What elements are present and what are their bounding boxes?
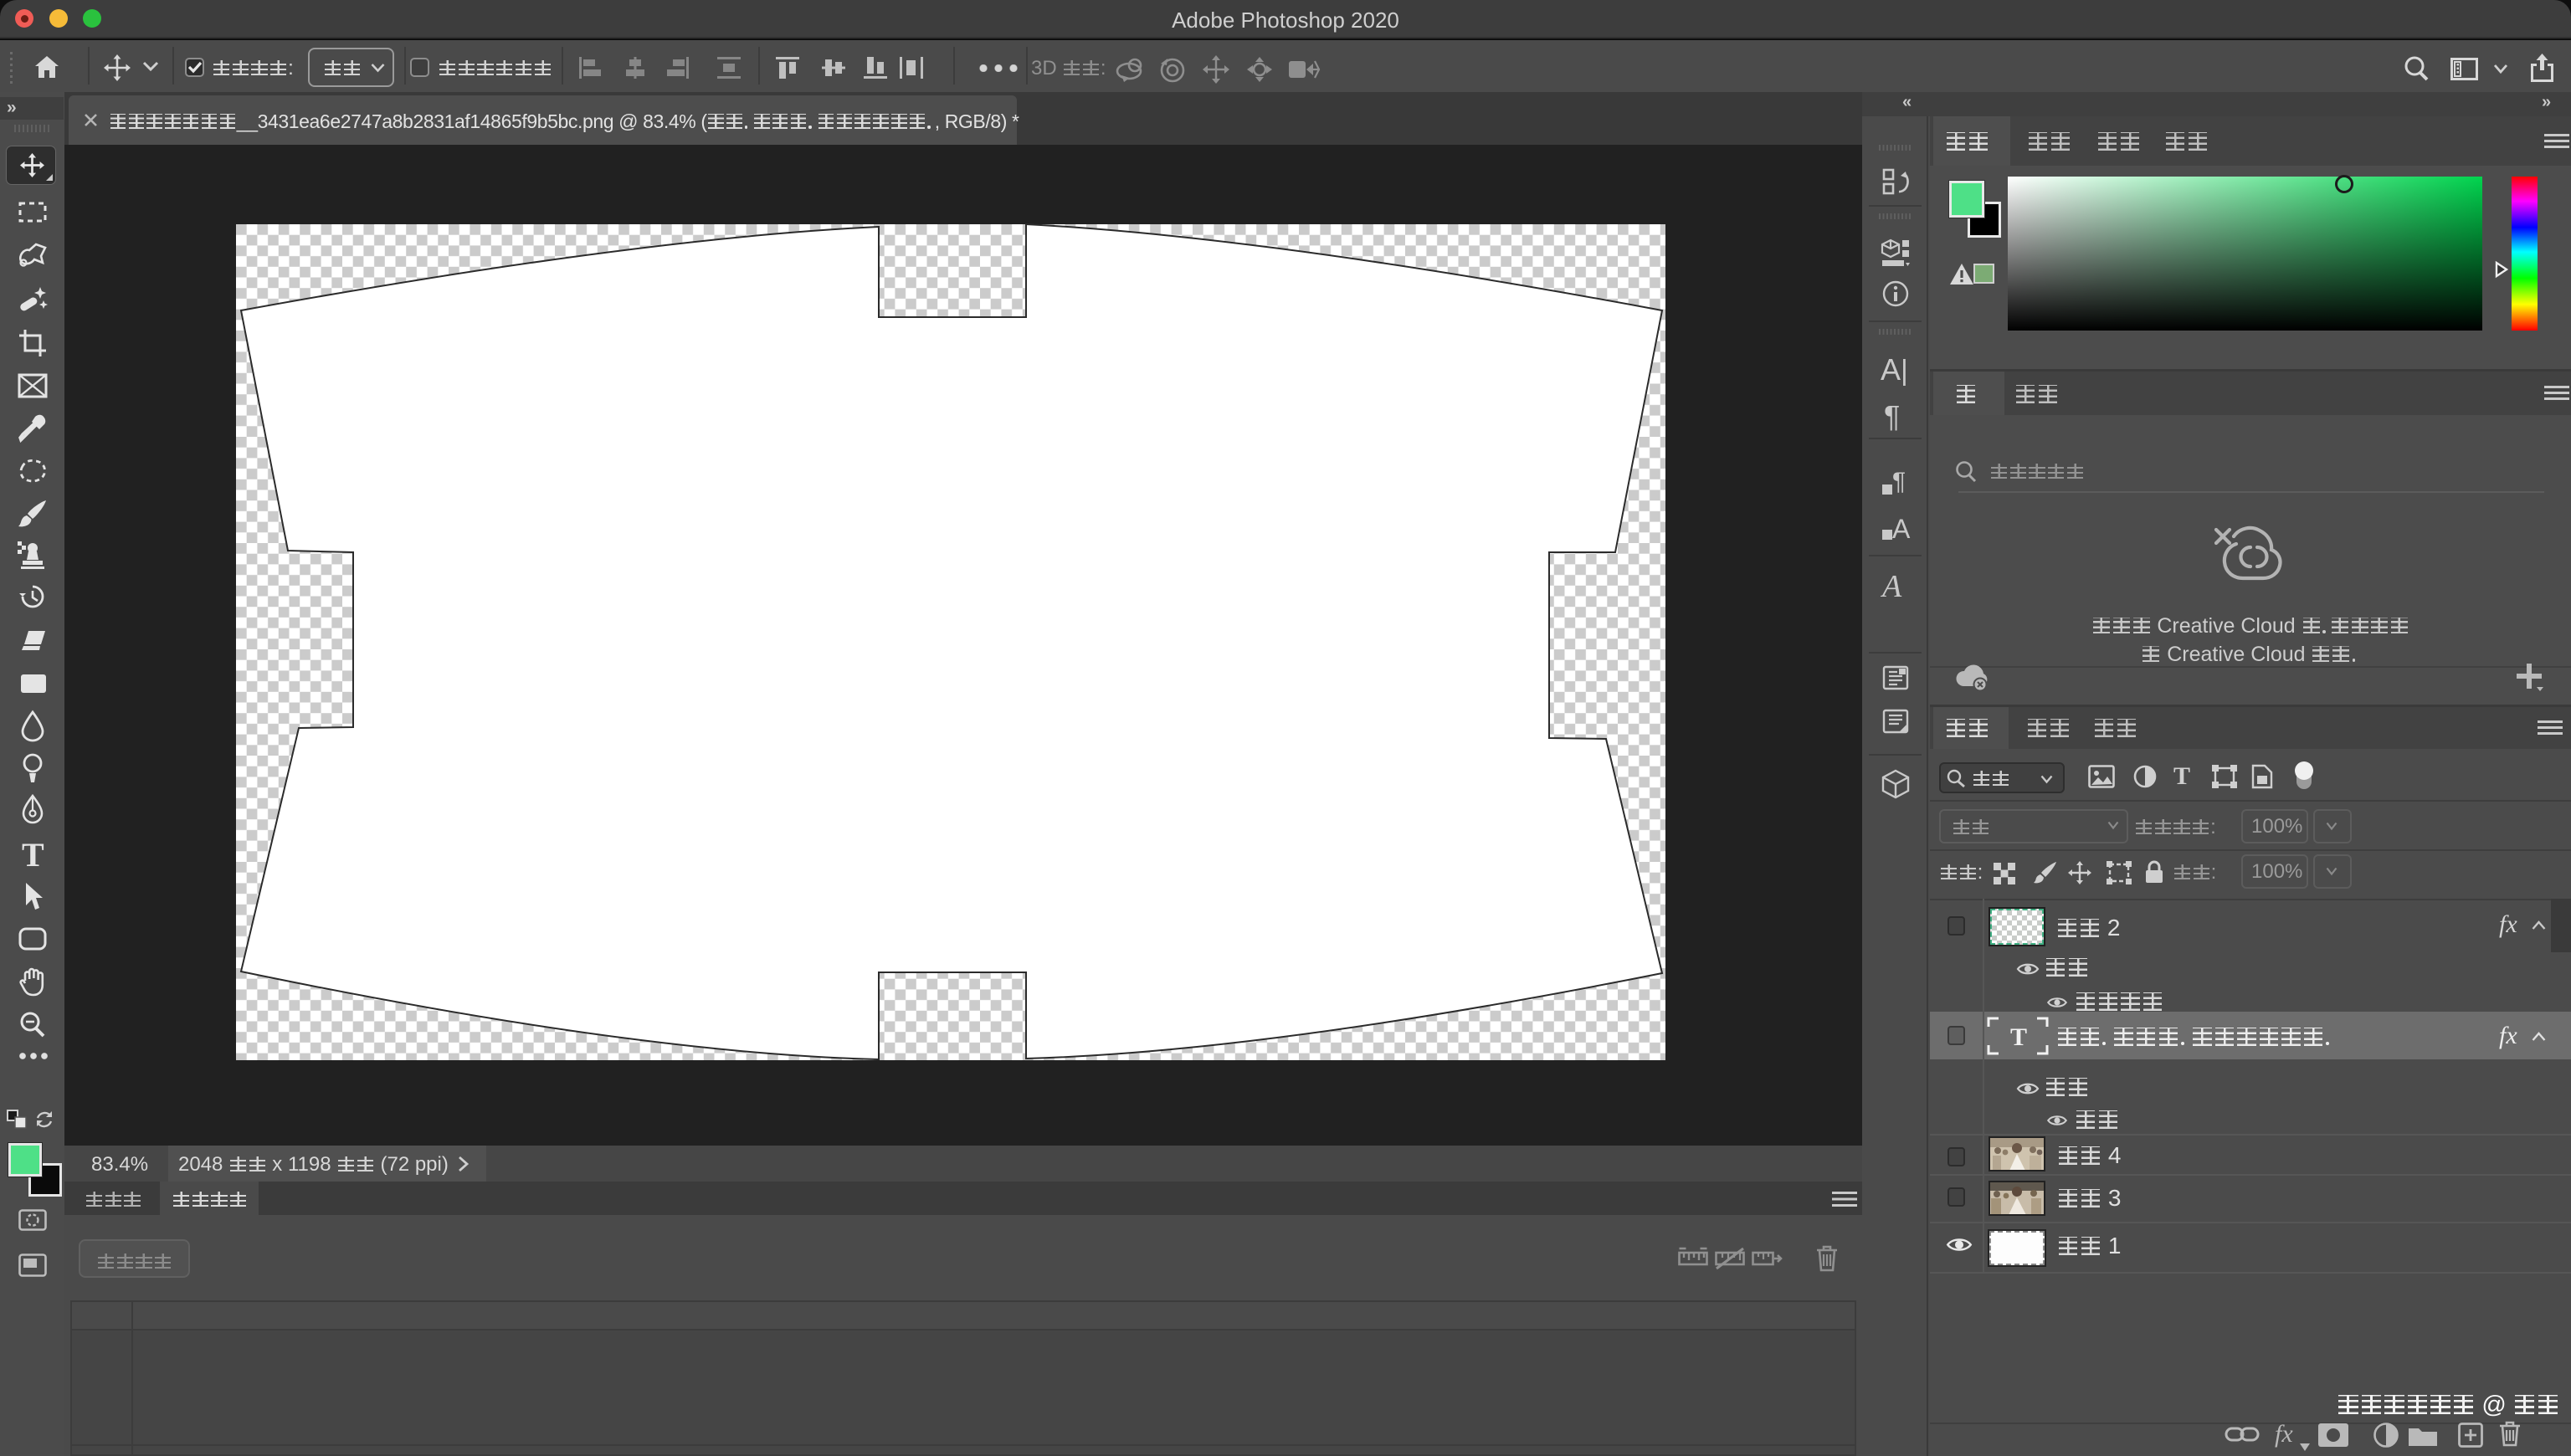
svg-text:¶: ¶ [1892,468,1906,495]
svg-text:T: T [2010,1023,2027,1051]
svg-text:A: A [1892,514,1911,544]
